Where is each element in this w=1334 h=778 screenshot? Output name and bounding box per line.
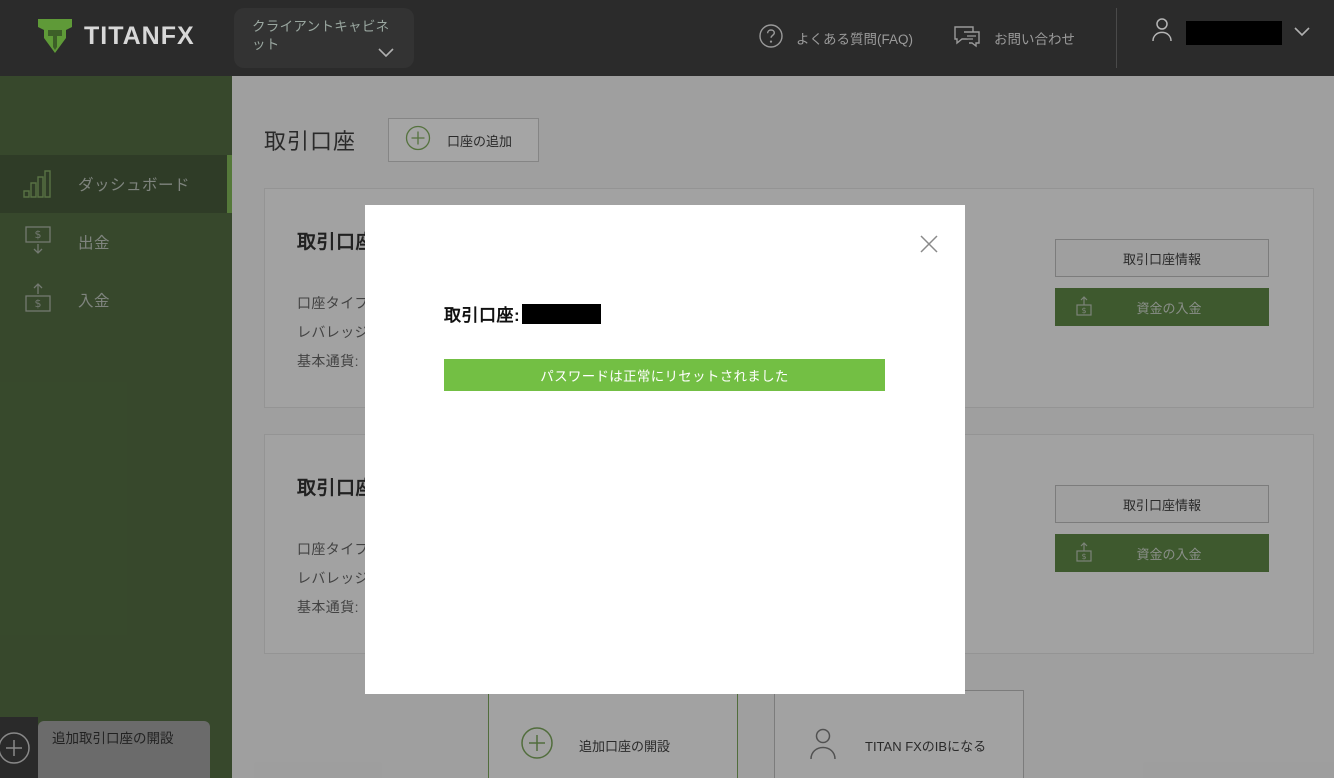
header-divider (1116, 8, 1117, 68)
modal-alert-message: パスワードは正常にリセットされました (540, 369, 789, 384)
faq-link[interactable]: よくある質問(FAQ) (758, 18, 913, 58)
modal-account-row: 取引口座: (444, 301, 602, 326)
brand-logo[interactable]: TITANFX (36, 16, 195, 56)
client-cabinet-dropdown[interactable]: クライアントキャビネット (234, 8, 414, 68)
user-name-redacted (1186, 20, 1282, 45)
faq-label: よくある質問(FAQ) (796, 32, 913, 47)
contact-label: お問い合わせ (994, 32, 1075, 47)
status-badge: パスワードは正常にリセットされました (444, 359, 885, 391)
password-reset-modal: 取引口座: パスワードは正常にリセットされました (365, 205, 965, 694)
chevron-down-icon (1294, 24, 1310, 42)
logo-text: TITANFX (84, 21, 195, 50)
app-root: TITANFX クライアントキャビネット よくある質問(FAQ) お問い合わせ … (0, 0, 1334, 778)
modal-account-label: 取引口座: (444, 306, 521, 325)
titan-shield-logo-icon (36, 16, 74, 56)
chat-bubble-icon (954, 24, 982, 53)
person-icon (1150, 16, 1174, 49)
contact-link[interactable]: お問い合わせ (954, 18, 1075, 58)
modal-account-value-redacted (522, 303, 602, 324)
top-header: TITANFX クライアントキャビネット よくある質問(FAQ) お問い合わせ (0, 0, 1334, 76)
close-icon[interactable] (917, 232, 941, 256)
question-circle-icon (758, 23, 784, 54)
user-menu[interactable] (1150, 16, 1310, 49)
